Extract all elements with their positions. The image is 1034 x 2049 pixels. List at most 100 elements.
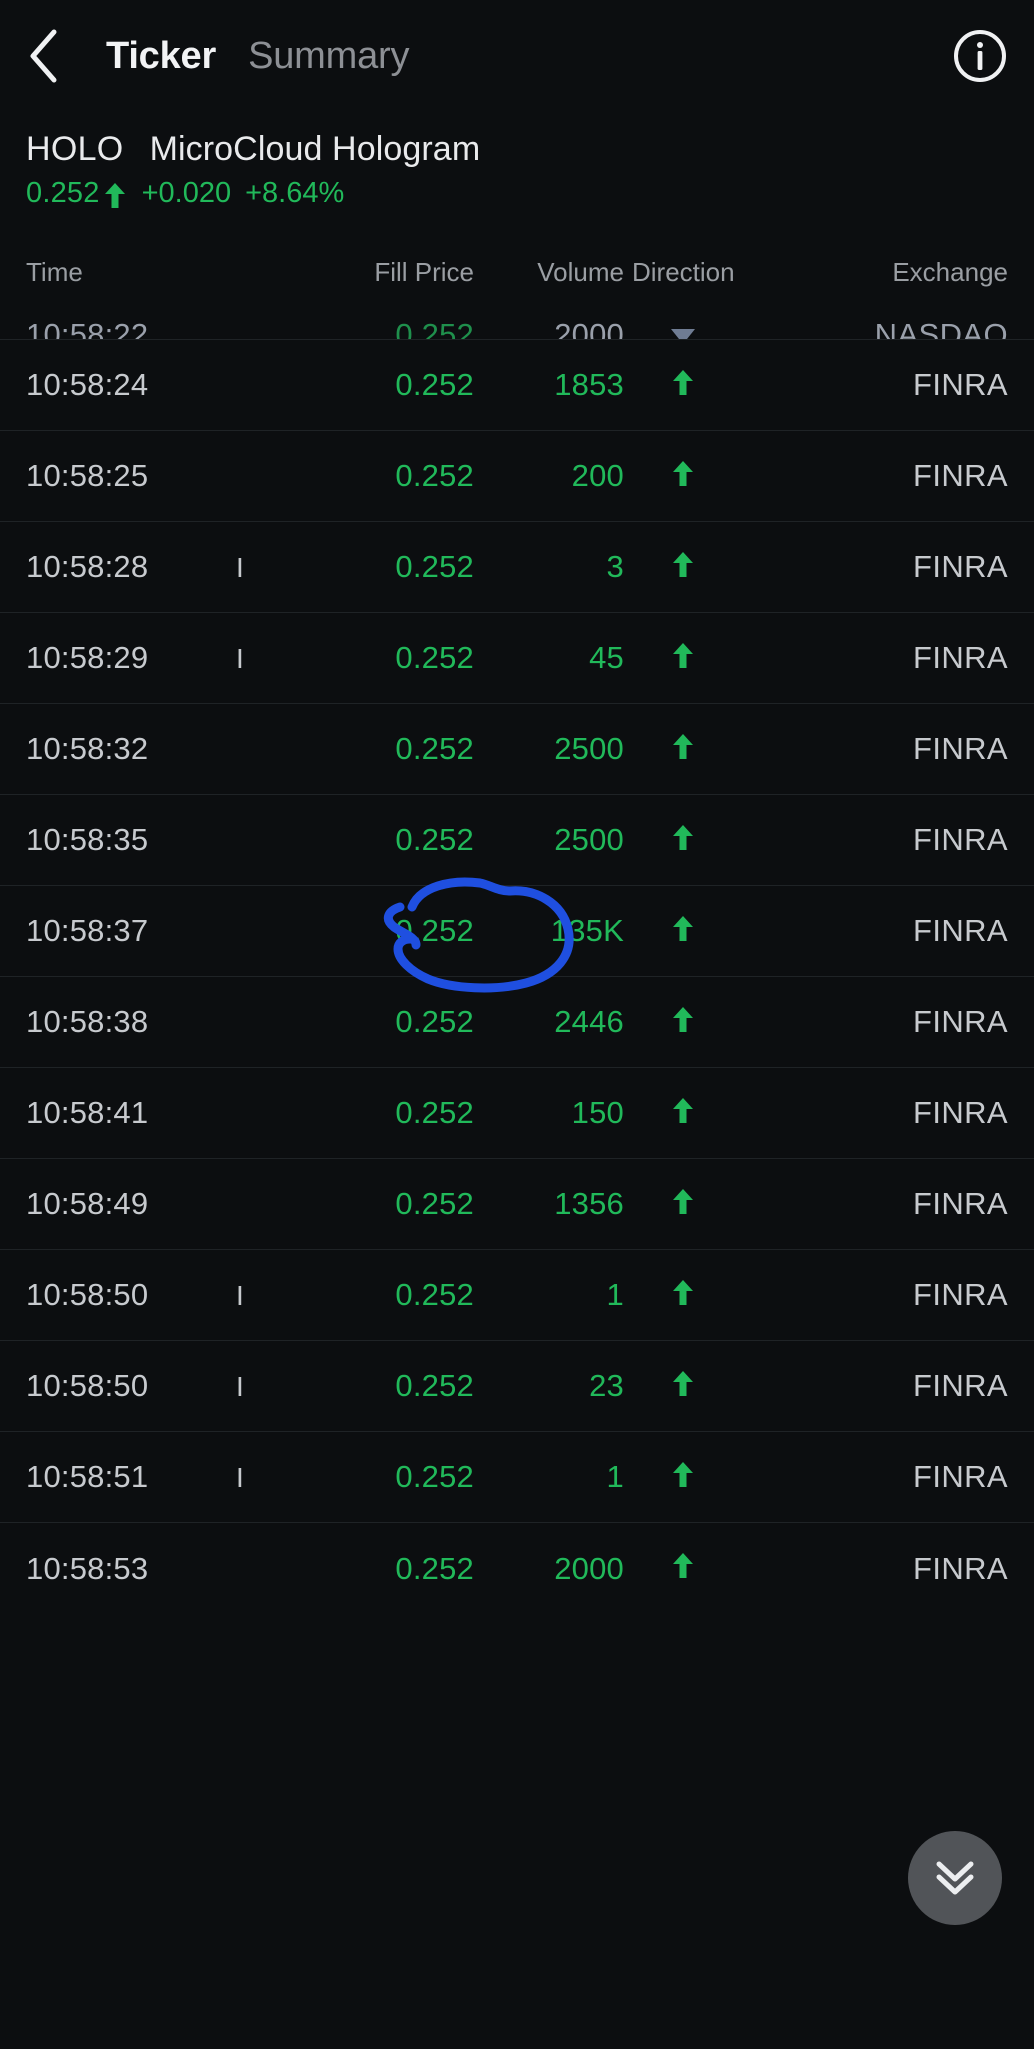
cell-volume: 200: [571, 458, 624, 493]
cell-exchange: FINRA: [913, 1004, 1008, 1039]
cell-flag: I: [236, 643, 244, 674]
cell-volume: 2000: [554, 1550, 624, 1586]
cell-fill-price: 0.252: [395, 1550, 474, 1586]
cell-fill-price: 0.252: [395, 549, 474, 584]
back-button[interactable]: [26, 25, 80, 87]
cell-time: 10:58:35: [26, 822, 149, 857]
cell-flag: I: [236, 1371, 244, 1402]
cell-fill-price: 0.252: [395, 822, 474, 857]
column-header-exchange: Exchange: [892, 256, 1008, 287]
arrow-up-icon: [672, 823, 694, 859]
cell-exchange: NASDAQ: [874, 317, 1008, 340]
quote-line: 0.252 +0.020 +8.64%: [26, 177, 1008, 210]
cell-volume: 45: [589, 640, 624, 675]
cell-exchange: FINRA: [913, 822, 1008, 857]
table-row[interactable]: 10:58:38 0.252 2446 FINRA: [0, 977, 1034, 1068]
cell-time: 10:58:50: [26, 1368, 149, 1403]
arrow-up-icon: [672, 914, 694, 950]
arrow-up-icon: [672, 1551, 694, 1587]
cell-time: 10:58:32: [26, 731, 149, 766]
cell-fill-price: 0.252: [395, 367, 474, 402]
quote-price: 0.252: [26, 177, 100, 209]
cell-exchange: FINRA: [913, 1550, 1008, 1586]
cell-fill-price: 0.252: [395, 1186, 474, 1221]
cell-volume: 135K: [550, 913, 624, 948]
tab-summary[interactable]: Summary: [248, 35, 409, 78]
trades-table: Time Fill Price Volume Direction Exchang…: [0, 250, 1034, 1614]
cell-volume: 2000: [554, 317, 624, 340]
column-header-fill-price: Fill Price: [374, 256, 474, 287]
table-row[interactable]: 10:58:28 I 0.252 3 FINRA: [0, 522, 1034, 613]
column-header-volume: Volume: [537, 256, 624, 287]
cell-fill-price: 0.252: [395, 458, 474, 493]
table-row[interactable]: 10:58:35 0.252 2500 FINRA: [0, 795, 1034, 886]
cell-flag: I: [236, 552, 244, 583]
table-body[interactable]: 10:58:22 0.252 2000 NASDAQ 10:58:24 0.252 1853…: [0, 294, 1034, 1614]
cell-exchange: FINRA: [913, 367, 1008, 402]
arrow-down-icon: [670, 317, 696, 339]
info-button[interactable]: [952, 28, 1008, 84]
cell-fill-price: 0.252: [395, 1459, 474, 1494]
arrow-up-icon: [672, 459, 694, 495]
table-row[interactable]: 10:58:49 0.252 1356 FINRA: [0, 1159, 1034, 1250]
cell-volume: 1: [606, 1277, 624, 1312]
cell-volume: 2446: [554, 1004, 624, 1039]
symbol-header: HOLO MicroCloud Hologram 0.252 +0.020 +8…: [0, 112, 1034, 210]
info-circle-icon: [952, 30, 1008, 88]
cell-volume: 1853: [554, 367, 624, 402]
cell-time: 10:58:37: [26, 913, 149, 948]
cell-fill-price: 0.252: [395, 731, 474, 766]
cell-fill-price: 0.252: [395, 640, 474, 675]
cell-volume: 3: [606, 549, 624, 584]
cell-volume: 2500: [554, 731, 624, 766]
cell-flag: I: [236, 1462, 244, 1493]
arrow-up-icon: [672, 1096, 694, 1132]
arrow-up-icon: [672, 732, 694, 768]
table-row[interactable]: 10:58:50 I 0.252 1 FINRA: [0, 1250, 1034, 1341]
cell-exchange: FINRA: [913, 913, 1008, 948]
cell-volume: 150: [571, 1095, 624, 1130]
scroll-to-bottom-button[interactable]: [908, 1831, 1002, 1925]
cell-volume: 2500: [554, 822, 624, 857]
symbol-name: MicroCloud Hologram: [149, 130, 481, 168]
cell-exchange: FINRA: [913, 1277, 1008, 1312]
arrow-up-icon: [672, 641, 694, 677]
table-row[interactable]: 10:58:51 I 0.252 1 FINRA: [0, 1432, 1034, 1523]
cell-volume: 23: [589, 1368, 624, 1403]
cell-time: 10:58:51: [26, 1459, 149, 1494]
quote-change: +0.020: [141, 177, 232, 209]
cell-exchange: FINRA: [913, 458, 1008, 493]
table-header-row: Time Fill Price Volume Direction Exchang…: [0, 250, 1034, 294]
cell-time: 10:58:49: [26, 1186, 149, 1221]
cell-time: 10:58:24: [26, 367, 149, 402]
cell-exchange: FINRA: [913, 1368, 1008, 1403]
cell-exchange: FINRA: [913, 1459, 1008, 1494]
arrow-up-icon: [104, 181, 126, 209]
chevron-left-icon: [26, 28, 60, 84]
ticker-screen: Ticker Summary HOLO MicroCloud Hologram …: [0, 0, 1034, 2049]
cell-volume: 1: [606, 1459, 624, 1494]
cell-fill-price: 0.252: [395, 913, 474, 948]
table-row[interactable]: 10:58:29 I 0.252 45 FINRA: [0, 613, 1034, 704]
cell-exchange: FINRA: [913, 549, 1008, 584]
cell-flag: I: [236, 1280, 244, 1311]
cell-time: 10:58:28: [26, 549, 149, 584]
table-row[interactable]: 10:58:25 0.252 200 FINRA: [0, 431, 1034, 522]
tab-ticker[interactable]: Ticker: [106, 35, 216, 78]
column-header-time: Time: [26, 256, 83, 287]
arrow-up-icon: [672, 368, 694, 404]
cell-time: 10:58:38: [26, 1004, 149, 1039]
arrow-up-icon: [672, 1460, 694, 1496]
cell-time: 10:58:50: [26, 1277, 149, 1312]
table-row[interactable]: 10:58:53 0.252 2000 FINRA: [0, 1523, 1034, 1614]
nav-bar: Ticker Summary: [0, 0, 1034, 112]
table-row[interactable]: 10:58:22 0.252 2000 NASDAQ: [0, 294, 1034, 340]
table-row[interactable]: 10:58:24 0.252 1853 FINRA: [0, 340, 1034, 431]
arrow-up-icon: [672, 550, 694, 586]
cell-exchange: FINRA: [913, 1186, 1008, 1221]
table-row[interactable]: 10:58:32 0.252 2500 FINRA: [0, 704, 1034, 795]
table-row[interactable]: 10:58:41 0.252 150 FINRA: [0, 1068, 1034, 1159]
table-row[interactable]: 10:58:37 0.252 135K FINRA: [0, 886, 1034, 977]
table-row[interactable]: 10:58:50 I 0.252 23 FINRA: [0, 1341, 1034, 1432]
cell-volume: 1356: [554, 1186, 624, 1221]
